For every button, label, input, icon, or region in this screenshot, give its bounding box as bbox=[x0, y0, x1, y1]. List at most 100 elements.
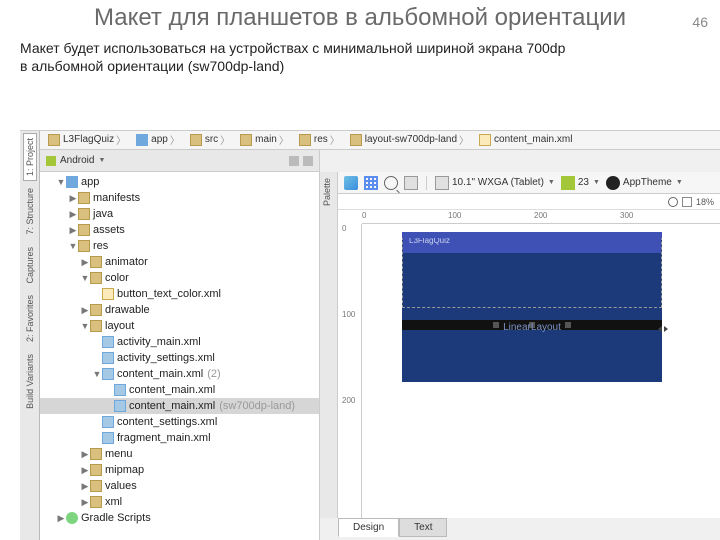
node-label: activity_settings.xml bbox=[117, 350, 215, 366]
node-qualifier: (sw700dp-land) bbox=[219, 398, 295, 414]
ruler-tick: 0 bbox=[342, 224, 346, 233]
node-icon bbox=[114, 400, 126, 412]
tree-node[interactable]: ▼color bbox=[40, 270, 319, 286]
expand-icon[interactable]: ▼ bbox=[68, 238, 78, 254]
node-label: activity_main.xml bbox=[117, 334, 201, 350]
slide-text-line1: Макет будет использоваться на устройства… bbox=[20, 39, 700, 57]
design-toolbar: 10.1" WXGA (Tablet) 23 AppTheme bbox=[338, 172, 720, 194]
tool-window-rail: 1: Project 7: Structure Captures2: Favorit… bbox=[20, 131, 40, 540]
design-surface[interactable]: L3FlagQuiz LinearLayout bbox=[362, 224, 720, 518]
tool-window-tab[interactable]: 2: Favorites bbox=[23, 290, 37, 347]
tool-window-tab[interactable]: Captures bbox=[23, 242, 37, 289]
tree-node[interactable]: content_main.xml bbox=[40, 382, 319, 398]
ruler-tick: 100 bbox=[448, 211, 461, 220]
node-label: xml bbox=[105, 494, 122, 510]
node-label: mipmap bbox=[105, 462, 144, 478]
api-label: 23 bbox=[578, 177, 589, 188]
zoom-out-icon[interactable] bbox=[682, 197, 692, 207]
api-selector[interactable]: 23 bbox=[561, 176, 600, 190]
expand-icon[interactable]: ▼ bbox=[92, 366, 102, 382]
orientation-icon[interactable] bbox=[404, 176, 418, 190]
node-icon bbox=[102, 416, 114, 428]
slide-title: Макет для планшетов в альбомной ориентац… bbox=[0, 0, 720, 35]
expand-icon[interactable]: ▶ bbox=[80, 462, 90, 478]
node-icon bbox=[102, 288, 114, 300]
tool-window-tab[interactable]: 7: Structure bbox=[23, 183, 37, 240]
grid-icon[interactable] bbox=[364, 176, 378, 190]
node-label: res bbox=[93, 238, 108, 254]
ruler-tick: 200 bbox=[534, 211, 547, 220]
tree-node[interactable]: ▼app bbox=[40, 174, 319, 190]
theme-label: AppTheme bbox=[623, 177, 672, 188]
design-canvas[interactable]: 0100200300 0100200 L3FlagQuiz LinearLayo… bbox=[338, 210, 720, 518]
designer-mode-tab[interactable]: Design bbox=[338, 518, 399, 537]
node-label: animator bbox=[105, 254, 148, 270]
refresh-icon[interactable] bbox=[668, 197, 678, 207]
tree-node[interactable]: ▶values bbox=[40, 478, 319, 494]
tree-node[interactable]: ▶manifests bbox=[40, 190, 319, 206]
tree-node[interactable]: ▶ menu bbox=[40, 446, 319, 462]
node-label: java bbox=[93, 206, 113, 222]
expand-icon[interactable]: ▶ bbox=[80, 254, 90, 270]
tree-node[interactable]: fragment_main.xml bbox=[40, 430, 319, 446]
expand-icon[interactable]: ▶ bbox=[68, 190, 78, 206]
node-icon bbox=[66, 512, 78, 524]
tree-node[interactable]: content_main.xml(sw700dp-land) bbox=[40, 398, 319, 414]
theme-selector[interactable]: AppTheme bbox=[606, 176, 683, 190]
node-icon bbox=[90, 320, 102, 332]
node-label: fragment_main.xml bbox=[117, 430, 211, 446]
node-icon bbox=[90, 304, 102, 316]
tree-node[interactable]: ▶assets bbox=[40, 222, 319, 238]
node-icon bbox=[78, 208, 90, 220]
gear-icon[interactable] bbox=[303, 156, 313, 166]
node-icon bbox=[66, 176, 78, 188]
project-view-selector[interactable]: Android ▼ bbox=[40, 150, 319, 172]
zoom-icon[interactable] bbox=[384, 176, 398, 190]
tree-node[interactable]: ▼content_main.xml(2) bbox=[40, 366, 319, 382]
theme-icon bbox=[606, 176, 620, 190]
node-icon bbox=[90, 464, 102, 476]
tool-window-tab[interactable]: 1: Project bbox=[23, 133, 37, 181]
tree-node[interactable]: ▼layout bbox=[40, 318, 319, 334]
android-icon bbox=[561, 176, 575, 190]
expand-icon[interactable]: ▶ bbox=[80, 446, 90, 462]
tree-node[interactable]: content_settings.xml bbox=[40, 414, 319, 430]
designer-mode-tabs: DesignText bbox=[338, 518, 447, 540]
device-selector[interactable]: 10.1" WXGA (Tablet) bbox=[435, 176, 555, 190]
ruler-tick: 200 bbox=[342, 396, 355, 405]
expand-icon[interactable]: ▼ bbox=[80, 318, 90, 334]
tree-node[interactable]: ▶ xml bbox=[40, 494, 319, 510]
tree-node[interactable]: ▶ animator bbox=[40, 254, 319, 270]
tree-node[interactable]: activity_main.xml bbox=[40, 334, 319, 350]
expand-icon[interactable]: ▶ bbox=[80, 478, 90, 494]
ruler-vertical: 0100200 bbox=[338, 224, 362, 518]
tree-node[interactable]: button_text_color.xml bbox=[40, 286, 319, 302]
palette-label: Palette bbox=[320, 172, 334, 212]
tree-node[interactable]: ▶drawable bbox=[40, 302, 319, 318]
ruler-tick: 300 bbox=[620, 211, 633, 220]
resize-handle-icon[interactable] bbox=[658, 326, 668, 332]
android-icon bbox=[46, 156, 56, 166]
expand-icon[interactable]: ▶ bbox=[68, 206, 78, 222]
node-label: content_main.xml bbox=[129, 398, 215, 414]
node-label: menu bbox=[105, 446, 133, 462]
node-label: content_main.xml bbox=[117, 366, 203, 382]
tool-window-tab[interactable]: Build Variants bbox=[23, 349, 37, 414]
palette-panel[interactable]: Palette bbox=[320, 172, 338, 518]
tree-node[interactable]: ▶Gradle Scripts bbox=[40, 510, 319, 526]
expand-icon[interactable]: ▼ bbox=[80, 270, 90, 286]
expand-icon[interactable]: ▶ bbox=[80, 494, 90, 510]
expand-icon[interactable]: ▼ bbox=[56, 174, 66, 190]
designer-mode-tab[interactable]: Text bbox=[399, 518, 447, 537]
tree-node[interactable]: activity_settings.xml bbox=[40, 350, 319, 366]
expand-icon[interactable]: ▶ bbox=[80, 302, 90, 318]
view-options-icon[interactable] bbox=[344, 176, 358, 190]
device-preview[interactable]: L3FlagQuiz LinearLayout bbox=[402, 232, 662, 382]
tree-node[interactable]: ▶ mipmap bbox=[40, 462, 319, 478]
expand-icon[interactable]: ▶ bbox=[56, 510, 66, 526]
tree-node[interactable]: ▶ java bbox=[40, 206, 319, 222]
expand-icon[interactable]: ▶ bbox=[68, 222, 78, 238]
ruler-horizontal: 0100200300 bbox=[362, 210, 720, 224]
tree-node[interactable]: ▼ res bbox=[40, 238, 319, 254]
collapse-icon[interactable] bbox=[289, 156, 299, 166]
